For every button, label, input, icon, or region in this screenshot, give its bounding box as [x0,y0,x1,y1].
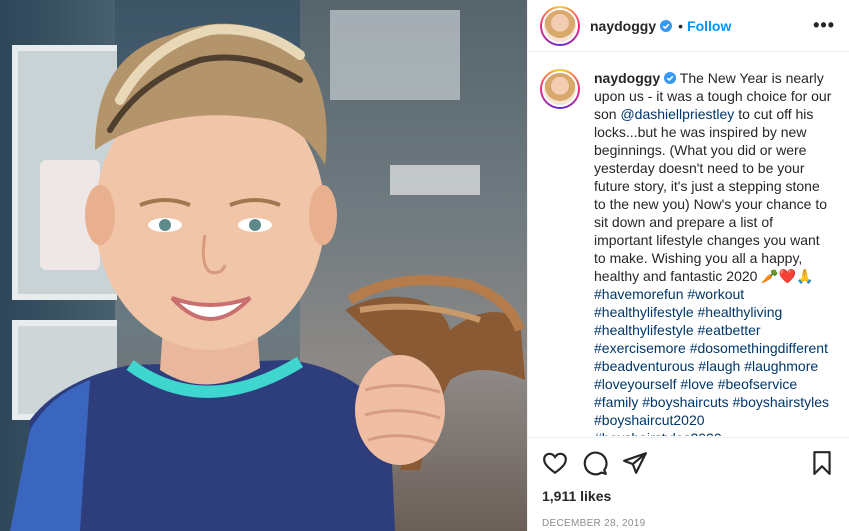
more-options-icon[interactable]: ••• [813,15,835,36]
avatar[interactable] [540,5,580,46]
post-panel: naydoggy • Follow ••• naydoggy The New Y… [527,0,849,531]
heart-icon[interactable] [542,450,568,476]
action-icons [542,448,835,478]
hashtag-line[interactable]: #loveyourself #love #beofservice [594,375,835,393]
boy-illustration [10,23,525,531]
likes-count[interactable]: 1,911 likes [542,488,835,504]
follow-button[interactable]: Follow [687,18,731,34]
caption-emojis: 🥕❤️🙏 [761,268,814,284]
hashtag-line[interactable]: #family #boyshaircuts #boyshairstyles [594,393,835,411]
caption-username[interactable]: naydoggy [594,70,660,86]
post-header: naydoggy • Follow ••• [528,0,849,52]
caption-text-end: to cut off his locks...but he was inspir… [594,106,828,284]
caption-avatar[interactable] [540,69,580,109]
bookmark-icon[interactable] [809,450,835,476]
share-icon[interactable] [622,450,648,476]
post-photo[interactable] [0,0,527,531]
hashtag-line[interactable]: #havemorefun #workout [594,285,835,303]
post-date[interactable]: DECEMBER 28, 2019 [542,518,835,529]
caption: naydoggy The New Year is nearly upon us … [594,69,835,436]
verified-badge-icon [660,19,673,32]
caption-avatar-image [542,71,578,107]
hashtag-line[interactable]: #beadventurous #laugh #laughmore [594,357,835,375]
hashtag-line[interactable]: #healthylifestyle #eatbetter [594,321,835,339]
caption-verified-badge-icon [664,72,677,84]
comment-icon[interactable] [582,450,608,476]
header-username[interactable]: naydoggy [590,18,656,34]
header-separator: • [678,17,684,34]
avatar-image [542,7,578,44]
comments-section[interactable]: naydoggy The New Year is nearly upon us … [528,53,849,436]
hashtag-line[interactable]: #exercisemore #dosomethingdifferent [594,339,835,357]
hashtag-line[interactable]: #healthylifestyle #healthyliving [594,303,835,321]
hashtag-line[interactable]: #boyshaircut2020 #boyshairstyles2020 [594,411,835,436]
caption-mention-link[interactable]: @dashiellpriestley [620,106,734,122]
post-actions: 1,911 likes DECEMBER 28, 2019 [528,437,849,529]
